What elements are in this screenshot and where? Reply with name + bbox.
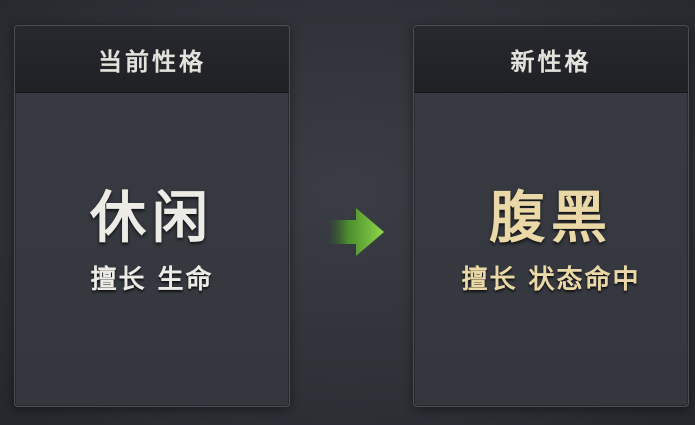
current-personality-title: 当前性格 — [98, 46, 206, 76]
new-personality-body: 腹黑 擅长 状态命中 — [414, 93, 688, 406]
new-personality-card: 新性格 腹黑 擅长 状态命中 — [413, 25, 689, 407]
new-trait-skill: 擅长 状态命中 — [461, 265, 641, 295]
current-personality-header: 当前性格 — [15, 26, 289, 93]
new-personality-header: 新性格 — [414, 26, 688, 93]
current-personality-body: 休闲 擅长 生命 — [15, 93, 289, 406]
new-personality-title: 新性格 — [510, 46, 592, 76]
current-personality-card: 当前性格 休闲 擅长 生命 — [14, 25, 290, 407]
arrow-right-icon — [328, 208, 384, 256]
current-trait-name: 休闲 — [90, 185, 214, 251]
new-trait-name: 腹黑 — [489, 185, 613, 251]
current-trait-skill: 擅长 生命 — [90, 265, 214, 295]
